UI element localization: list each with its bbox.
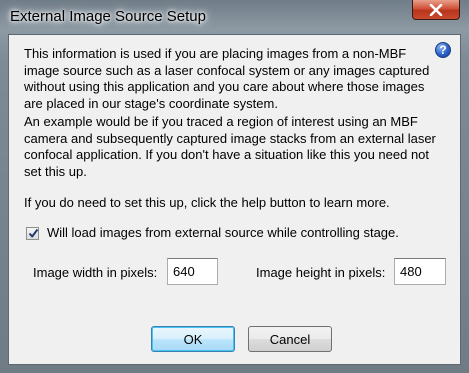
external-source-checkbox[interactable] [26,227,39,240]
image-height-label: Image height in pixels: [256,265,386,280]
image-width-label: Image width in pixels: [33,265,158,280]
help-paragraph: If you do need to set this up, click the… [24,195,390,210]
info-paragraph: This information is used if you are plac… [24,46,430,111]
dialog-window: External Image Source Setup ? This infor… [0,0,469,373]
close-icon [429,3,443,16]
close-button[interactable] [412,0,460,20]
image-height-input[interactable] [394,258,446,285]
dialog-title: External Image Source Setup [10,8,206,25]
title-bar[interactable]: External Image Source Setup [0,0,469,34]
external-source-checkbox-label[interactable]: Will load images from external source wh… [47,225,399,240]
checkmark-icon [28,228,39,238]
image-width-input[interactable] [167,258,218,285]
help-icon[interactable]: ? [435,42,451,58]
cancel-button[interactable]: Cancel [248,326,332,352]
example-paragraph: An example would be if you traced a regi… [24,114,436,179]
ok-button[interactable]: OK [151,326,235,352]
